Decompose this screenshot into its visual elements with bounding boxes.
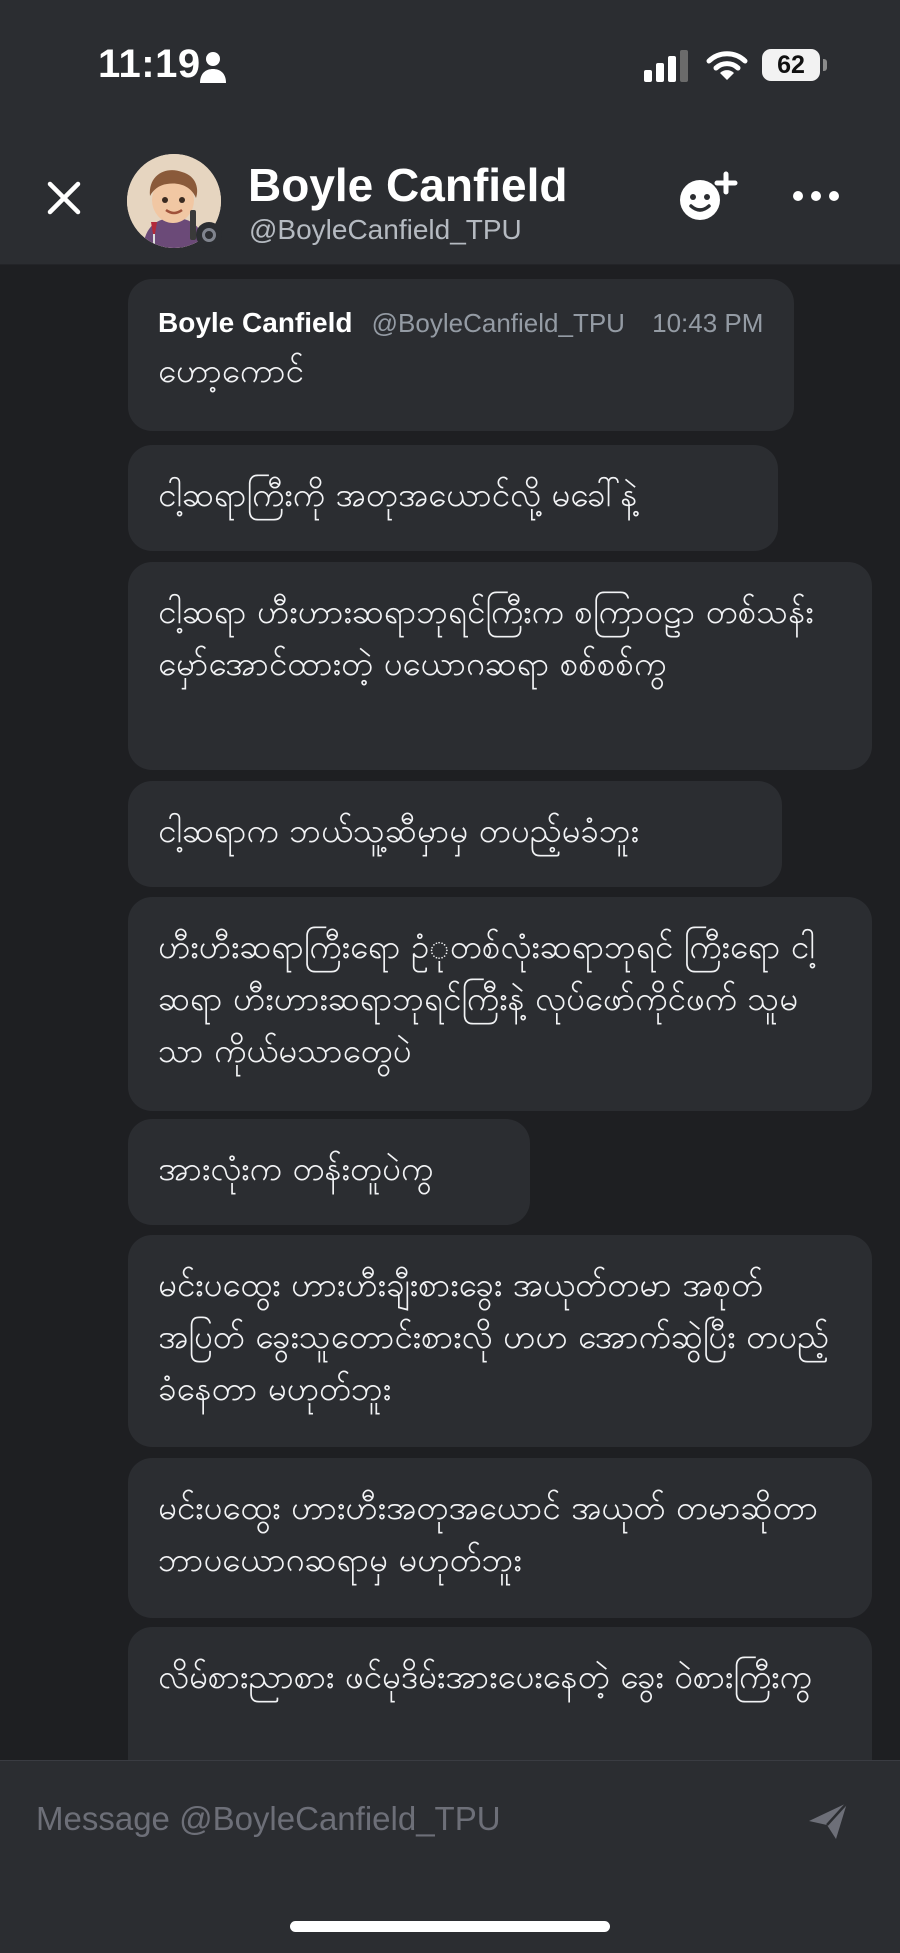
battery-tip (823, 59, 827, 71)
message-list[interactable]: Boyle Canfield @BoyleCanfield_TPU 10:43 … (0, 265, 900, 1760)
close-icon[interactable] (40, 174, 88, 222)
message-header: Boyle Canfield @BoyleCanfield_TPU 10:43 … (158, 303, 764, 341)
message-author[interactable]: Boyle Canfield (158, 307, 352, 338)
message-timestamp: 10:43 PM (652, 308, 764, 338)
message-text: မင်းပထွေး ဟားဟီးချီးစားခွေး အယုတ်တမာ အစု… (158, 1265, 829, 1408)
message-text: မင်းပထွေး ဟားဟီးအတုအယောင် အယုတ် တမာဆိုတာ… (158, 1488, 819, 1579)
header-name[interactable]: Boyle Canfield (248, 158, 568, 212)
battery-icon: 62 (762, 49, 820, 81)
person-icon (200, 52, 226, 83)
message-author-handle: @BoyleCanfield_TPU (371, 308, 625, 338)
wifi-icon (706, 51, 748, 80)
message-item[interactable]: Boyle Canfield @BoyleCanfield_TPU 10:43 … (128, 279, 794, 431)
add-friend-icon[interactable] (676, 170, 738, 222)
message-text: ဟီးဟီးဆရာကြီးရော ဥံုတစ်လုံးဆရာဘုရင် ကြီး… (158, 927, 815, 1070)
message-item[interactable]: မင်းပထွေး ဟားဟီးချီးစားခွေး အယုတ်တမာ အစု… (128, 1235, 872, 1447)
message-text: လိမ်စားညာစား ဖင်မုဒိမ်းအားပေးနေတဲ့ ခွေး … (158, 1657, 812, 1696)
message-input[interactable] (36, 1791, 776, 1847)
status-time: 11:19 (98, 42, 201, 86)
message-item[interactable]: ငါ့ဆရာ ဟီးဟားဆရာဘုရင်ကြီးက စကြာဝဠာ တစ်သန… (128, 562, 872, 770)
message-text: ငါ့ဆရာ ဟီးဟားဆရာဘုရင်ကြီးက စကြာဝဠာ တစ်သန… (158, 592, 814, 683)
message-item[interactable]: အားလုံးက တန်းတူပဲကွ (128, 1119, 530, 1225)
header-handle: @BoyleCanfield_TPU (249, 214, 522, 245)
message-text: ဟော့ကောင် (158, 351, 304, 390)
message-text: ငါ့ဆရာက ဘယ်သူ့ဆီမှာမှ တပည့်မခံဘူး (158, 811, 640, 850)
send-icon[interactable] (806, 1799, 850, 1843)
message-item[interactable]: ငါ့ဆရာကြီးကို အတုအယောင်လို့ မခေါ်နဲ့ (128, 445, 778, 551)
home-indicator (290, 1921, 610, 1932)
message-item[interactable]: မင်းပထွေး ဟားဟီးအတုအယောင် အယုတ် တမာဆိုတာ… (128, 1458, 872, 1618)
message-composer (0, 1760, 900, 1953)
more-icon[interactable] (792, 184, 840, 208)
offline-status-icon (196, 222, 222, 248)
message-item[interactable]: ဟီးဟီးဆရာကြီးရော ဥံုတစ်လုံးဆရာဘုရင် ကြီး… (128, 897, 872, 1111)
message-item[interactable]: ငါ့ဆရာက ဘယ်သူ့ဆီမှာမှ တပည့်မခံဘူး (128, 781, 782, 887)
message-item[interactable]: လိမ်စားညာစား ဖင်မုဒိမ်းအားပေးနေတဲ့ ခွေး … (128, 1627, 872, 1760)
message-text: အားလုံးက တန်းတူပဲကွ (158, 1149, 434, 1188)
message-text: ငါ့ဆရာကြီးကို အတုအယောင်လို့ မခေါ်နဲ့ (158, 475, 638, 514)
dm-header: Boyle Canfield @BoyleCanfield_TPU (0, 134, 900, 265)
status-bar: 11:19 62 (0, 0, 900, 134)
cellular-signal-icon (644, 50, 688, 82)
